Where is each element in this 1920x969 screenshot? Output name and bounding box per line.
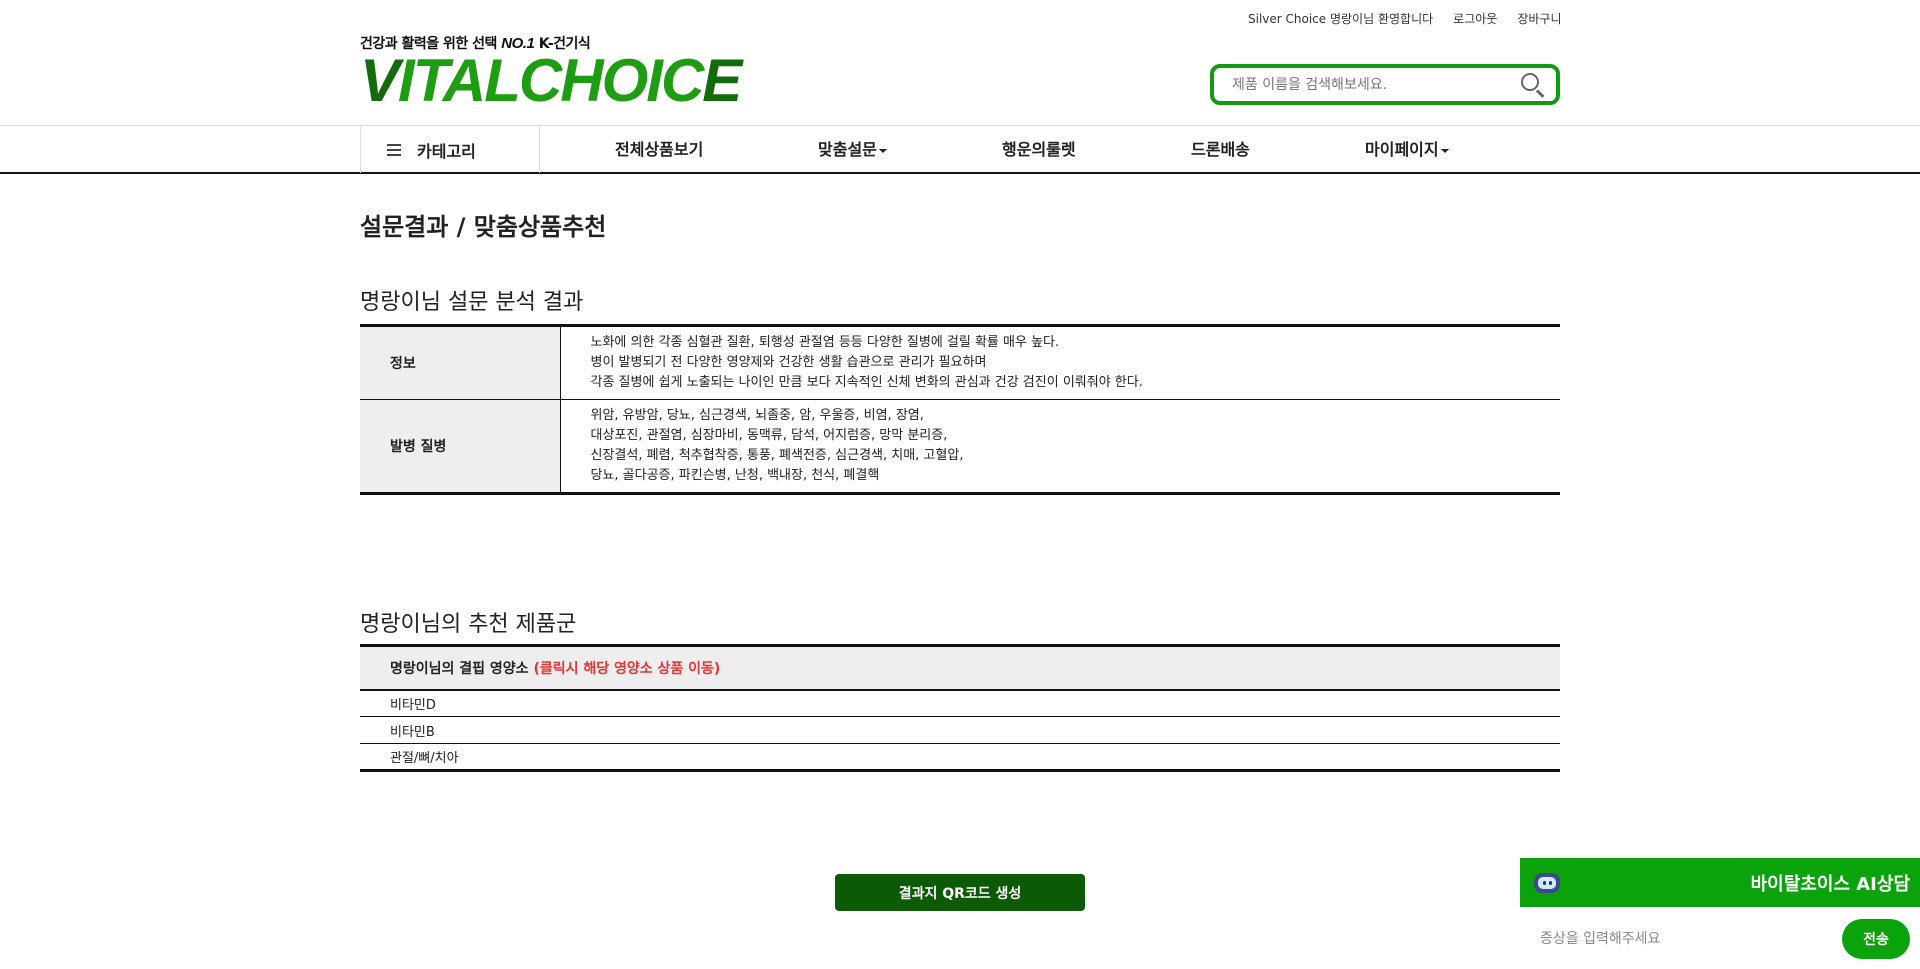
nutrient-vitamin-d[interactable]: 비타민D (360, 690, 1560, 717)
chat-header[interactable]: 바이탈초이스 AI상담 (1520, 858, 1920, 907)
cart-link[interactable]: 장바구니 (1517, 10, 1561, 27)
nav-item-roulette[interactable]: 행운의룰렛 (1002, 126, 1076, 173)
nutrient-joint-bone-teeth[interactable]: 관절/뼈/치아 (360, 743, 1560, 771)
welcome-text: Silver Choice 명랑이님 환영합니다 (1248, 12, 1434, 26)
nav-item-mypage[interactable]: 마이페이지 (1365, 126, 1449, 173)
hamburger-icon (387, 143, 401, 156)
table-header-row: 명랑이님의 결핍 영양소 (클릭시 해당 영양소 상품 이동) (360, 645, 1560, 691)
click-hint: (클릭시 해당 영양소 상품 이동) (533, 660, 721, 677)
page-title: 설문결과 / 맞춤상품추천 (360, 213, 607, 241)
row-label: 발병 질병 (360, 399, 561, 494)
category-menu-button[interactable]: 카테고리 (360, 126, 540, 173)
table-row[interactable]: 비타민B (360, 716, 1560, 744)
row-content: 위암, 유방암, 당뇨, 심근경색, 뇌졸중, 암, 우울증, 비염, 장염, … (560, 399, 1560, 494)
recommend-title: 명랑이님의 추천 제품군 (360, 612, 577, 637)
main-nav: 카테고리 전체상품보기 맞춤설문 행운의룰렛 드론배송 마이페이지 (0, 125, 1920, 174)
robot-icon (1532, 868, 1562, 898)
category-label: 카테고리 (417, 141, 476, 161)
nutrient-header: 명랑이님의 결핍 영양소 (클릭시 해당 영양소 상품 이동) (360, 645, 1560, 691)
caret-down-icon (878, 148, 887, 153)
search-icon[interactable] (1520, 72, 1546, 98)
chat-input[interactable] (1540, 931, 1842, 947)
search-box (1210, 64, 1560, 105)
send-button[interactable]: 전송 (1842, 919, 1910, 959)
caret-down-icon (1440, 148, 1449, 153)
nav-item-drone-delivery[interactable]: 드론배송 (1191, 126, 1250, 173)
nav-item-survey[interactable]: 맞춤설문 (818, 126, 887, 173)
table-row[interactable]: 관절/뼈/치아 (360, 743, 1560, 771)
row-label: 정보 (360, 325, 561, 400)
analysis-title: 명랑이님 설문 분석 결과 (360, 290, 584, 315)
search-input[interactable] (1232, 76, 1520, 93)
nutrient-vitamin-b[interactable]: 비타민B (360, 716, 1560, 744)
nav-item-all-products[interactable]: 전체상품보기 (615, 126, 703, 173)
table-row: 정보 노화에 의한 각종 심혈관 질환, 퇴행성 관절염 등등 다양한 질병에 … (360, 325, 1560, 400)
nutrient-table: 명랑이님의 결핍 영양소 (클릭시 해당 영양소 상품 이동) 비타민D 비타민… (360, 644, 1560, 772)
top-links: Silver Choice 명랑이님 환영합니다 로그아웃 장바구니 (1248, 10, 1562, 27)
logo-area[interactable]: 건강과 활력을 위한 선택 NO.1 K-건기식 VITALCHOICE (360, 33, 742, 111)
chat-title: 바이탈초이스 AI상담 (1750, 873, 1910, 895)
analysis-table: 정보 노화에 의한 각종 심혈관 질환, 퇴행성 관절염 등등 다양한 질병에 … (360, 324, 1560, 495)
logout-link[interactable]: 로그아웃 (1453, 10, 1497, 27)
row-content: 노화에 의한 각종 심혈관 질환, 퇴행성 관절염 등등 다양한 질병에 걸릴 … (590, 335, 1143, 390)
logo[interactable]: VITALCHOICE (360, 51, 742, 111)
qr-code-button[interactable]: 결과지 QR코드 생성 (835, 874, 1085, 911)
chat-input-row: 전송 (1520, 918, 1920, 960)
table-row[interactable]: 비타민D (360, 690, 1560, 717)
table-row: 발병 질병 위암, 유방암, 당뇨, 심근경색, 뇌졸중, 암, 우울증, 비염… (360, 399, 1560, 494)
